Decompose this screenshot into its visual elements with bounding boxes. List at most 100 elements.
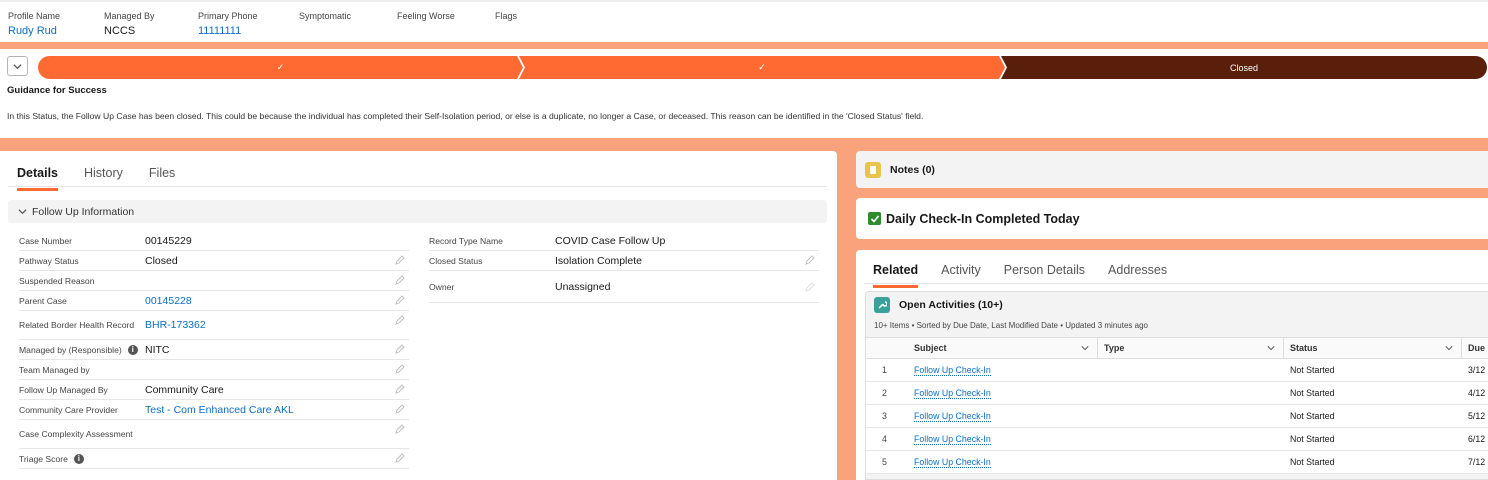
- field-label-text: Triage Score: [19, 453, 68, 464]
- column-header-due[interactable]: Due: [1462, 343, 1488, 353]
- subject-link[interactable]: Follow Up Check-In: [914, 457, 991, 468]
- table-row: 4 Follow Up Check-In Not Started 6/12: [866, 428, 1488, 451]
- field-team-managed-by: Team Managed by: [19, 360, 409, 380]
- field-label: Team Managed by: [19, 364, 90, 375]
- column-header-status[interactable]: Status: [1284, 338, 1462, 358]
- field-triage-score: Triage Score i: [19, 449, 409, 469]
- highlights-panel: Profile Name Rudy Rud Managed By NCCS Pr…: [0, 0, 1488, 42]
- left-field-column: Case Number 00145229 Pathway Status Clos…: [19, 231, 409, 469]
- open-activities-header: Open Activities (10+): [874, 297, 1003, 313]
- pencil-icon[interactable]: [805, 282, 815, 292]
- field-case-number: Case Number 00145229: [19, 231, 409, 251]
- field-community-care-provider: Community Care Provider Test - Com Enhan…: [19, 400, 409, 420]
- due-cell: 6/12: [1468, 434, 1486, 444]
- table-header: Subject Type Status Due: [866, 337, 1488, 359]
- highlight-label: Symptomatic: [299, 11, 352, 21]
- field-parent-case: Parent Case 00145228: [19, 291, 409, 311]
- pencil-icon[interactable]: [395, 315, 405, 325]
- table-row: 3 Follow Up Check-In Not Started 5/12: [866, 405, 1488, 428]
- path-stage-2[interactable]: ✓: [519, 56, 1005, 79]
- highlight-label: Primary Phone: [198, 11, 258, 21]
- subject-cell: Follow Up Check-In: [914, 434, 1098, 445]
- tab-activity[interactable]: Activity: [941, 263, 981, 288]
- table-row: 1 Follow Up Check-In Not Started 3/12: [866, 359, 1488, 382]
- highlight-feeling-worse: Feeling Worse: [397, 11, 455, 25]
- path-stage-1[interactable]: ✓: [38, 56, 523, 79]
- open-activities-subtitle: 10+ Items • Sorted by Due Date, Last Mod…: [874, 321, 1148, 330]
- subject-cell: Follow Up Check-In: [914, 365, 1098, 376]
- table-row: 5 Follow Up Check-In Not Started 7/12: [866, 451, 1488, 474]
- tab-related[interactable]: Related: [873, 263, 919, 288]
- field-label-text: Managed by (Responsible): [19, 344, 122, 355]
- field-label: Managed by (Responsible) i: [19, 344, 145, 355]
- pencil-icon[interactable]: [395, 404, 405, 414]
- highlight-symptomatic: Symptomatic: [299, 11, 351, 25]
- chevron-down-icon: [13, 63, 22, 69]
- subject-link[interactable]: Follow Up Check-In: [914, 365, 991, 376]
- path-panel: ✓ ✓ Closed Guidance for Success In this …: [0, 49, 1488, 138]
- field-label: Parent Case: [19, 295, 67, 306]
- highlight-label: Profile Name: [8, 11, 61, 21]
- chevron-down-icon[interactable]: [1445, 344, 1453, 352]
- subject-cell: Follow Up Check-In: [914, 388, 1098, 399]
- chevron-down-icon[interactable]: [1081, 344, 1089, 352]
- highlight-label: Managed By: [104, 11, 155, 21]
- profile-name-link[interactable]: Rudy Rud: [8, 25, 60, 37]
- path-collapse-button[interactable]: [7, 56, 28, 76]
- subject-cell: Follow Up Check-In: [914, 411, 1098, 422]
- column-header-type[interactable]: Type: [1098, 338, 1284, 358]
- primary-phone-link[interactable]: 11111111: [198, 25, 258, 37]
- field-label: Record Type Name: [429, 235, 503, 246]
- pencil-icon[interactable]: [395, 364, 405, 374]
- tab-files[interactable]: Files: [149, 166, 175, 191]
- chevron-down-icon[interactable]: [1267, 344, 1275, 352]
- daily-checkin-card: Daily Check-In Completed Today: [856, 198, 1488, 239]
- field-managed-by-responsible: Managed by (Responsible) i NITC: [19, 340, 409, 360]
- subject-link[interactable]: Follow Up Check-In: [914, 411, 991, 422]
- follow-up-section-toggle[interactable]: Follow Up Information: [8, 200, 827, 223]
- highlight-managed-by: Managed By NCCS: [104, 11, 155, 37]
- due-cell: 3/12: [1468, 365, 1486, 375]
- tabs-divider: [8, 186, 827, 187]
- tab-person-details[interactable]: Person Details: [1004, 263, 1085, 288]
- path-stage-closed[interactable]: Closed: [1001, 56, 1487, 79]
- field-pathway-status: Pathway Status Closed: [19, 251, 409, 271]
- highlight-label: Flags: [495, 11, 518, 21]
- pencil-icon[interactable]: [395, 344, 405, 354]
- open-activities-title[interactable]: Open Activities (10+): [899, 299, 1003, 311]
- tab-details[interactable]: Details: [17, 166, 58, 191]
- border-health-record-link[interactable]: BHR-173362: [145, 319, 206, 331]
- field-label: Follow Up Managed By: [19, 384, 108, 395]
- notes-card: Notes (0): [856, 151, 1488, 188]
- tabs-divider: [864, 283, 1488, 284]
- status-cell: Not Started: [1290, 388, 1335, 398]
- column-header-label: Type: [1104, 343, 1125, 353]
- right-field-column: Record Type Name COVID Case Follow Up Cl…: [429, 231, 819, 303]
- tab-addresses[interactable]: Addresses: [1108, 263, 1167, 288]
- pencil-icon[interactable]: [395, 384, 405, 394]
- column-header-subject[interactable]: Subject: [914, 338, 1098, 358]
- parent-case-link[interactable]: 00145228: [145, 295, 192, 307]
- status-cell: Not Started: [1290, 457, 1335, 467]
- table-row: 2 Follow Up Check-In Not Started 4/12: [866, 382, 1488, 405]
- community-care-provider-link[interactable]: Test - Com Enhanced Care AKL: [145, 404, 294, 416]
- field-label: Owner: [429, 281, 455, 292]
- info-icon[interactable]: i: [127, 344, 138, 355]
- field-case-complexity-assessment: Case Complexity Assessment: [19, 420, 409, 449]
- notes-title[interactable]: Notes (0): [890, 164, 935, 176]
- tab-history[interactable]: History: [84, 166, 123, 191]
- subject-link[interactable]: Follow Up Check-In: [914, 388, 991, 399]
- subject-link[interactable]: Follow Up Check-In: [914, 434, 991, 445]
- row-number: 5: [882, 457, 887, 467]
- checkmark-icon: [868, 212, 881, 225]
- pencil-icon[interactable]: [395, 453, 405, 463]
- guidance-title: Guidance for Success: [7, 85, 107, 96]
- field-label: Triage Score i: [19, 453, 145, 464]
- pencil-icon[interactable]: [805, 255, 815, 265]
- field-label: Community Care Provider: [19, 404, 118, 415]
- pencil-icon[interactable]: [395, 295, 405, 305]
- info-icon[interactable]: i: [73, 453, 84, 464]
- pencil-icon[interactable]: [395, 424, 405, 434]
- pencil-icon[interactable]: [395, 275, 405, 285]
- pencil-icon[interactable]: [395, 255, 405, 265]
